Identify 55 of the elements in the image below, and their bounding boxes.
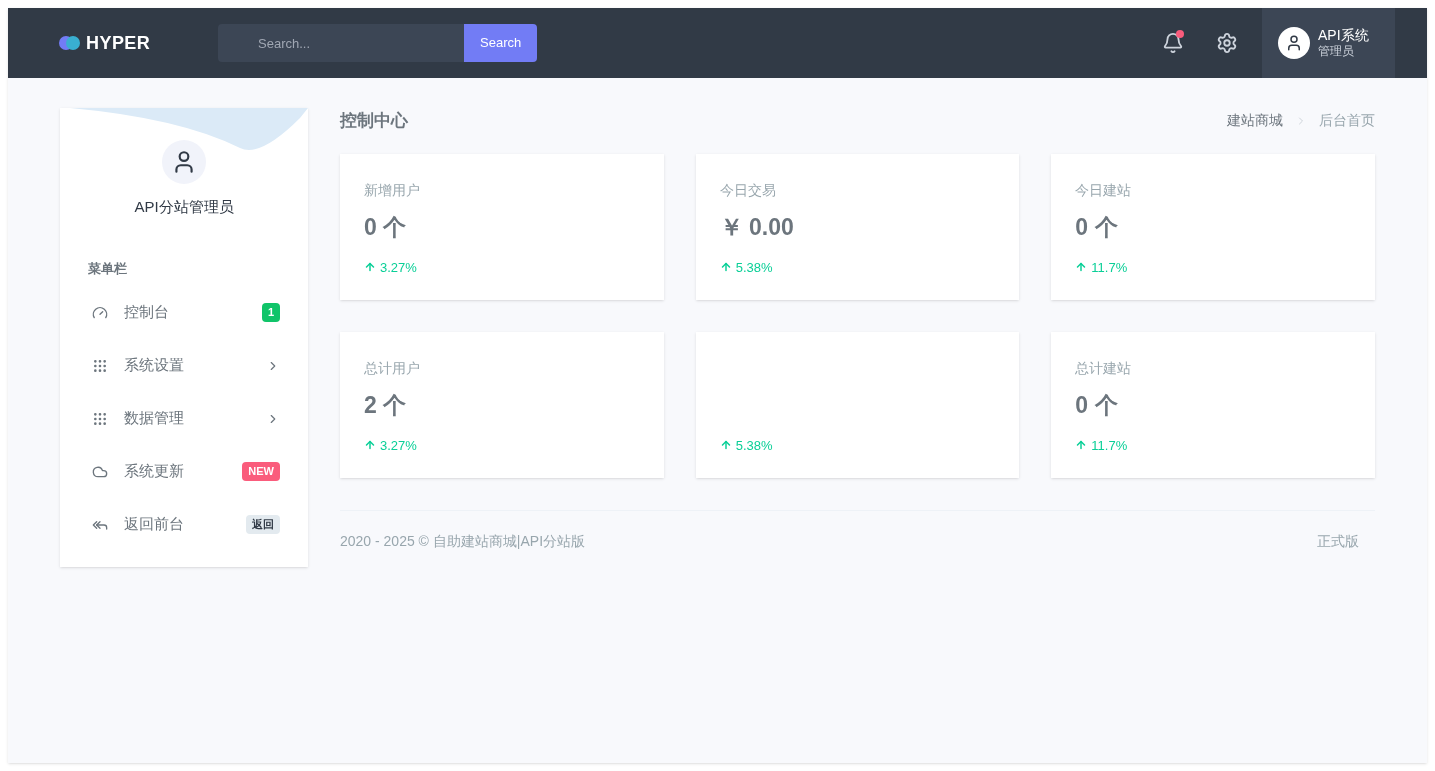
stat-value: 2 个 — [364, 391, 407, 418]
arrow-up-icon — [364, 261, 376, 274]
user-menu[interactable]: API系统 管理员 — [1262, 8, 1395, 78]
stat-title: 总计用户 — [364, 359, 420, 376]
search-button[interactable]: Search — [464, 24, 538, 62]
menu-label: 返回前台 — [124, 514, 185, 535]
menu-item[interactable]: 返回前台 返回 — [60, 498, 308, 551]
trend-value: 5.38% — [735, 436, 773, 455]
logo-icon — [58, 35, 82, 51]
menu-label: 系统更新 — [124, 461, 185, 482]
avatar — [1278, 27, 1310, 59]
stat-title: 今日建站 — [1075, 181, 1132, 198]
user-role: 管理员 — [1318, 44, 1355, 60]
settings-icon[interactable] — [1216, 32, 1238, 54]
breadcrumb-item[interactable]: 建站商城 — [1227, 110, 1283, 132]
menu-item[interactable]: 数据管理 — [60, 392, 308, 445]
logo-text: HYPER — [86, 31, 151, 55]
search-field[interactable]: Search... — [218, 24, 464, 62]
arrow-up-icon — [719, 261, 732, 274]
menu-icon — [92, 410, 108, 427]
copyright-text: 2020 - 2025 © 自助建站商城|API分站版 — [340, 531, 586, 551]
menu-icon — [92, 357, 108, 374]
menu-label: 系统设置 — [124, 355, 185, 376]
stat-title: 新增用户 — [364, 181, 420, 198]
trend-value: 11.7% — [1091, 258, 1128, 277]
stat-value: 0 个 — [1075, 213, 1118, 240]
trend-value: 3.27% — [380, 436, 417, 455]
notification-icon[interactable] — [1162, 32, 1184, 54]
version-text: 正式版 — [1317, 531, 1359, 551]
menu-label: 数据管理 — [124, 408, 185, 429]
stat-value: 0 个 — [364, 213, 407, 240]
arrow-up-icon — [1075, 439, 1088, 452]
page-title: 控制中心 — [340, 110, 408, 132]
stat-value: 0 个 — [1075, 391, 1118, 418]
arrow-up-icon — [719, 439, 732, 452]
stat-value: ￥ 0.00 — [719, 213, 794, 240]
menu-icon — [92, 304, 108, 321]
menu-badge: NEW — [242, 462, 280, 481]
stat-title: 今日交易 — [719, 181, 776, 198]
profile-name: API分站管理员 — [134, 197, 234, 217]
stat-title: 总计建站 — [1075, 359, 1132, 376]
trend-value: 3.27% — [380, 258, 417, 277]
trend-value: 5.38% — [735, 258, 773, 277]
arrow-up-icon — [364, 439, 376, 452]
section-title: 菜单栏 — [88, 259, 128, 278]
menu-item[interactable]: 系统设置 — [60, 339, 308, 392]
menu-badge: 返回 — [246, 515, 280, 534]
avatar — [162, 140, 206, 184]
menu-item[interactable]: 控制台 1 — [60, 286, 308, 339]
arrow-up-icon — [1075, 261, 1088, 274]
user-name: API系统 — [1318, 26, 1369, 45]
menu-badge: 1 — [261, 303, 280, 322]
menu-item[interactable]: 系统更新 NEW — [60, 445, 308, 498]
trend-value: 11.7% — [1091, 436, 1128, 455]
menu-label: 控制台 — [124, 302, 170, 323]
